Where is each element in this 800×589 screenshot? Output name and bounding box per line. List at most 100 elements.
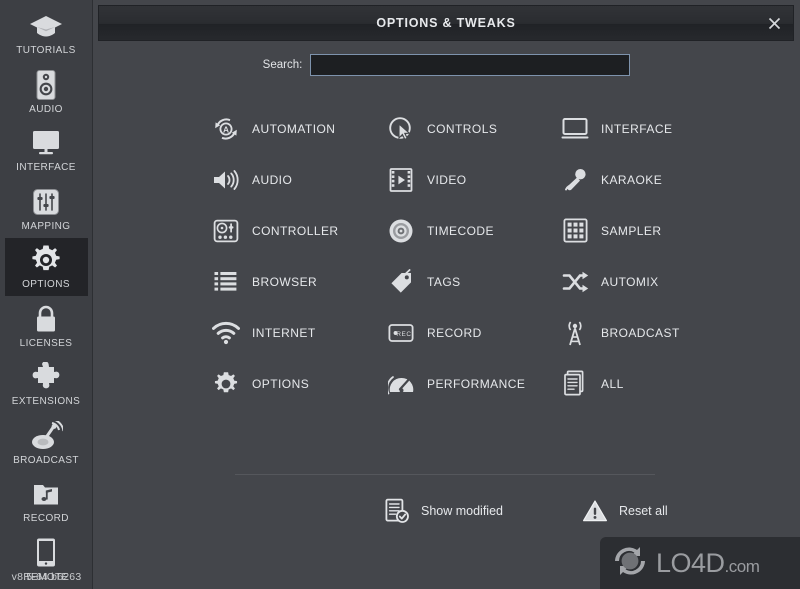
sidebar: TUTORIALS AUDIO INTERFACE MAPPING OPTION… [0, 0, 93, 589]
watermark: LO4D.com [600, 537, 800, 589]
sidebar-item-licenses[interactable]: LICENSES [5, 297, 88, 355]
satellite-dish-icon [28, 419, 64, 453]
sidebar-item-tutorials[interactable]: TUTORIALS [5, 4, 88, 62]
grid-item-label: AUTOMIX [601, 274, 659, 289]
grid-item-tags[interactable]: TAGS [386, 256, 560, 307]
speaker-icon [28, 68, 64, 102]
sidebar-item-label: TUTORIALS [16, 45, 76, 57]
grid-item-controls[interactable]: CONTROLS [386, 103, 560, 154]
vinyl-record-icon [386, 216, 416, 246]
action-label: Reset all [619, 504, 668, 518]
grid-item-internet[interactable]: INTERNET [211, 307, 386, 358]
grid-item-label: CONTROLS [427, 121, 498, 136]
film-play-icon [386, 165, 416, 195]
grid-item-label: SAMPLER [601, 223, 662, 238]
svg-text:REC: REC [396, 331, 411, 338]
sidebar-item-label: EXTENSIONS [11, 396, 81, 408]
monitor-icon [560, 114, 590, 144]
grid-item-label: CONTROLLER [252, 223, 339, 238]
grid-item-interface[interactable]: INTERFACE [560, 103, 750, 154]
titlebar: OPTIONS & TWEAKS [98, 5, 794, 41]
grid-item-label: TAGS [427, 274, 461, 289]
page-title: OPTIONS & TWEAKS [376, 16, 516, 30]
sampler-grid-icon [560, 216, 590, 246]
action-label: Show modified [421, 504, 503, 518]
sidebar-item-label: RECORD [23, 513, 69, 525]
search-row: Search: [93, 53, 800, 77]
bottom-actions: Show modified Reset all [93, 497, 800, 525]
sidebar-item-label: AUDIO [29, 103, 63, 115]
speedometer-icon [386, 369, 416, 399]
sidebar-item-audio[interactable]: AUDIO [5, 63, 88, 121]
grid-item-controller[interactable]: CONTROLLER [211, 205, 386, 256]
main-panel: OPTIONS & TWEAKS Search: A AUTOMATION CO… [93, 0, 800, 589]
sidebar-item-record[interactable]: RECORD [5, 472, 88, 530]
sidebar-item-label: LICENSES [19, 337, 73, 349]
puzzle-piece-icon [28, 360, 64, 394]
warning-triangle-icon [581, 497, 609, 525]
reset-all-button[interactable]: Reset all [581, 497, 668, 525]
watermark-suffix: .com [724, 556, 760, 576]
sidebar-item-extensions[interactable]: EXTENSIONS [5, 355, 88, 413]
grid-item-browser[interactable]: BROWSER [211, 256, 386, 307]
grid-item-label: AUDIO [252, 172, 293, 187]
grid-item-all[interactable]: ALL [560, 358, 750, 409]
search-label: Search: [262, 59, 303, 71]
antenna-icon [560, 318, 590, 348]
watermark-brand: LO4D [656, 547, 725, 578]
divider [235, 474, 655, 475]
grid-item-label: OPTIONS [252, 376, 310, 391]
grid-item-broadcast[interactable]: BROADCAST [560, 307, 750, 358]
sidebar-item-label: BROADCAST [13, 454, 79, 466]
show-modified-button[interactable]: Show modified [383, 497, 503, 525]
options-grid: A AUTOMATION CONTROLS INTERFACE AUDIO VI… [93, 103, 800, 409]
wifi-icon [211, 318, 241, 348]
list-icon [211, 267, 241, 297]
dj-controller-icon [211, 216, 241, 246]
grid-item-options[interactable]: OPTIONS [211, 358, 386, 409]
lo4d-logo-icon [610, 543, 650, 584]
grid-item-video[interactable]: VIDEO [386, 154, 560, 205]
sidebar-item-label: OPTIONS [22, 279, 70, 291]
grid-item-label: VIDEO [427, 172, 467, 187]
grid-item-label: BROWSER [252, 274, 318, 289]
grid-item-label: BROADCAST [601, 325, 680, 340]
rec-button-icon: REC [386, 318, 416, 348]
close-icon[interactable] [763, 12, 785, 34]
grid-item-karaoke[interactable]: KARAOKE [560, 154, 750, 205]
options-tweaks-window: TUTORIALS AUDIO INTERFACE MAPPING OPTION… [0, 0, 800, 589]
tablet-icon [28, 536, 64, 570]
watermark-text: LO4D.com [656, 547, 760, 579]
documents-icon [560, 369, 590, 399]
grid-item-label: INTERNET [252, 325, 316, 340]
grid-item-label: TIMECODE [427, 223, 494, 238]
graduation-cap-icon [28, 9, 64, 43]
sidebar-item-broadcast[interactable]: BROADCAST [5, 414, 88, 472]
lock-icon [28, 302, 64, 336]
version-label: v8.5-64 b6263 [11, 571, 82, 583]
grid-item-record[interactable]: REC RECORD [386, 307, 560, 358]
grid-item-timecode[interactable]: TIMECODE [386, 205, 560, 256]
grid-item-label: INTERFACE [601, 121, 673, 136]
grid-item-audio[interactable]: AUDIO [211, 154, 386, 205]
automation-icon: A [211, 114, 241, 144]
monitor-icon [28, 126, 64, 160]
gear-icon [28, 243, 64, 277]
microphone-icon [560, 165, 590, 195]
grid-item-sampler[interactable]: SAMPLER [560, 205, 750, 256]
cursor-controls-icon [386, 114, 416, 144]
grid-item-automix[interactable]: AUTOMIX [560, 256, 750, 307]
sidebar-item-options[interactable]: OPTIONS [4, 238, 88, 296]
grid-item-automation[interactable]: A AUTOMATION [211, 103, 386, 154]
sidebar-item-interface[interactable]: INTERFACE [5, 121, 88, 179]
sidebar-item-label: INTERFACE [16, 162, 76, 174]
music-folder-icon [28, 477, 64, 511]
sidebar-item-label: MAPPING [21, 220, 71, 232]
grid-item-label: ALL [601, 376, 624, 391]
svg-text:A: A [223, 124, 229, 134]
grid-item-performance[interactable]: PERFORMANCE [386, 358, 560, 409]
sliders-icon [28, 185, 64, 219]
sidebar-item-mapping[interactable]: MAPPING [5, 180, 88, 238]
search-input[interactable] [310, 54, 631, 76]
volume-icon [211, 165, 241, 195]
